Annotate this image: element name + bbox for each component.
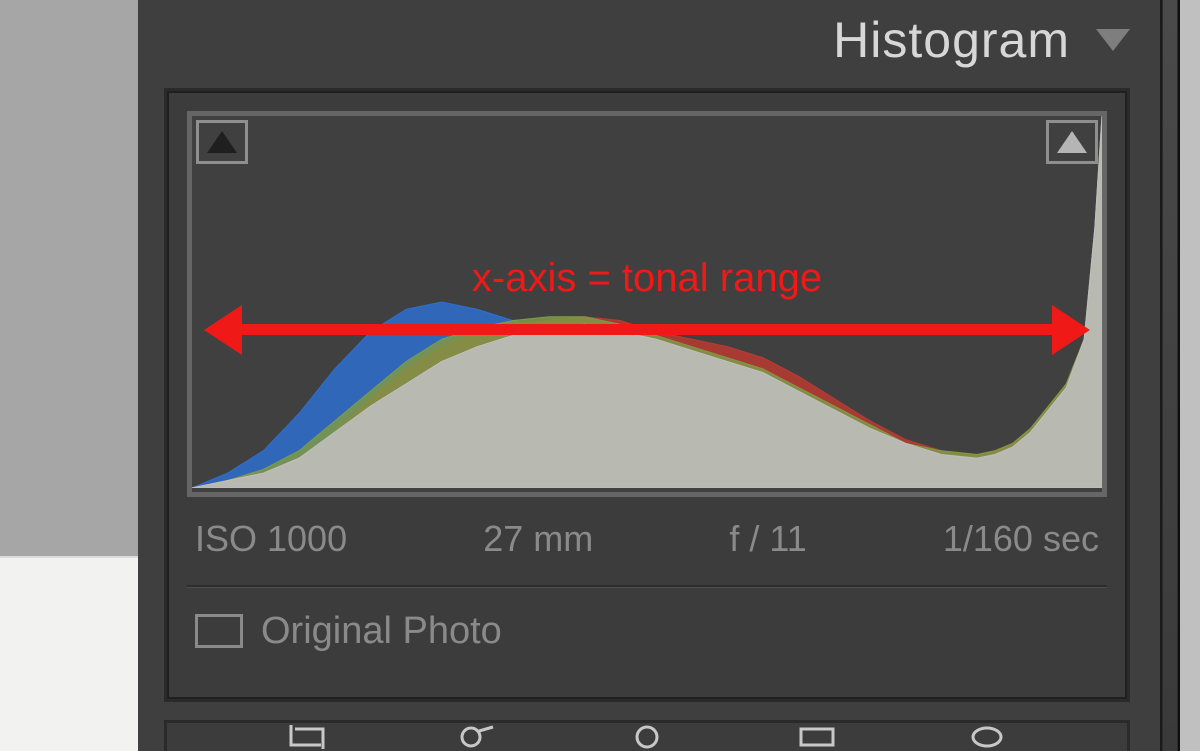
exif-shutter: 1/160 sec [943,518,1099,560]
highlight-clipping-toggle[interactable] [1046,120,1098,164]
crop-tool-icon[interactable] [277,723,337,751]
histogram-svg [192,116,1102,488]
exif-focal: 27 mm [483,518,593,560]
panel-scrollbar[interactable] [1160,0,1180,751]
triangle-up-icon [1057,131,1087,153]
radial-tool-icon[interactable] [957,723,1017,751]
checkbox-icon [195,614,243,648]
triangle-up-icon [207,131,237,153]
panel-title: Histogram [833,11,1070,69]
shadow-clipping-toggle[interactable] [196,120,248,164]
original-photo-label: Original Photo [261,610,502,653]
original-photo-toggle[interactable]: Original Photo [187,601,1107,661]
histogram-well: x-axis = tonal range ISO 1000 27 mm f / … [164,88,1130,702]
exif-iso: ISO 1000 [195,518,347,560]
tool-strip [164,720,1130,751]
collapse-toggle-icon[interactable] [1096,29,1130,51]
divider [187,585,1107,587]
histogram-chart[interactable]: x-axis = tonal range [187,111,1107,497]
exif-aperture: f / 11 [729,518,806,560]
exif-metadata-row: ISO 1000 27 mm f / 11 1/160 sec [187,511,1107,567]
spot-tool-icon[interactable] [447,723,507,751]
panel-header: Histogram [138,0,1160,80]
histogram-panel: Histogram x-axis = tonal range ISO 1000 … [138,0,1180,751]
gradient-tool-icon[interactable] [787,723,847,751]
redeye-tool-icon[interactable] [617,723,677,751]
